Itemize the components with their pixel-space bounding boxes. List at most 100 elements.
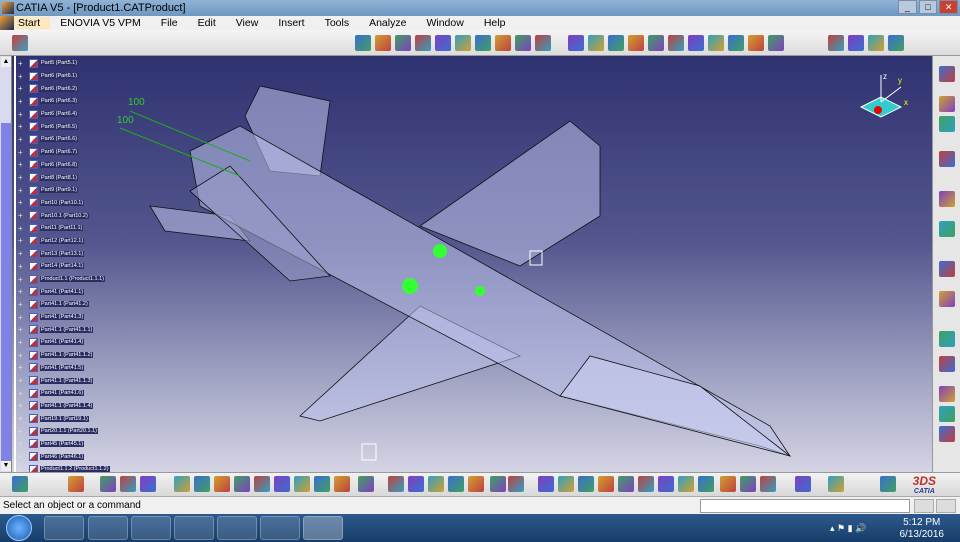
toolbar-tool-icon[interactable] [468, 476, 484, 492]
side-tool-icon[interactable] [939, 96, 955, 112]
expand-icon[interactable]: + [18, 224, 25, 232]
toolbar-tool-icon[interactable] [294, 476, 310, 492]
expand-icon[interactable]: + [18, 110, 25, 118]
toolbar-tool-icon[interactable] [214, 476, 230, 492]
expand-icon[interactable]: + [18, 123, 25, 131]
system-tray-icons[interactable]: ▴ ⚑ ▮ 🔊 [830, 523, 866, 534]
toolbar-tool-icon[interactable] [578, 476, 594, 492]
toolbar-tool-icon[interactable] [698, 476, 714, 492]
menu-insert[interactable]: Insert [268, 17, 314, 29]
expand-icon[interactable]: + [18, 237, 25, 245]
compass[interactable]: z y x [856, 72, 908, 122]
expand-icon[interactable]: + [18, 85, 25, 93]
tree-item[interactable]: + Part46 (Part46.1) [18, 450, 110, 463]
toolbar-tool-icon[interactable] [618, 476, 634, 492]
taskbar-explorer[interactable] [174, 516, 214, 540]
scroll-down-arrow[interactable]: ▼ [1, 461, 11, 471]
tree-item[interactable]: + Part5 (Part5.1) [18, 57, 110, 70]
toolbar-tool-icon[interactable] [668, 35, 684, 51]
expand-icon[interactable]: + [18, 427, 25, 435]
tree-item[interactable]: + Part41 (Part41.6) [18, 387, 110, 400]
side-tool-icon[interactable] [939, 386, 955, 402]
toolbar-tool-icon[interactable] [740, 476, 756, 492]
tree-item[interactable]: + Part14 (Part14.1) [18, 260, 110, 273]
toolbar-tool-icon[interactable] [100, 476, 116, 492]
toolbar-tool-icon[interactable] [760, 476, 776, 492]
minimize-button[interactable]: _ [898, 0, 917, 14]
toolbar-tool-icon[interactable] [120, 476, 136, 492]
toolbar-tool-icon[interactable] [448, 476, 464, 492]
expand-icon[interactable]: + [18, 364, 25, 372]
expand-icon[interactable]: + [18, 389, 25, 397]
menu-enovia[interactable]: ENOVIA V5 VPM [50, 17, 151, 29]
tree-item[interactable]: + Part41.1 (Part41.2) [18, 298, 110, 311]
toolbar-tool-icon[interactable] [68, 476, 84, 492]
expand-icon[interactable]: + [18, 212, 25, 220]
toolbar-tool-icon[interactable] [608, 35, 624, 51]
taskbar-ie[interactable] [44, 516, 84, 540]
tree-item[interactable]: + Product1.1.2 (Product1.1.2) [18, 463, 110, 472]
tree-item[interactable]: + Part6 (Part6.1) [18, 70, 110, 83]
side-tool-icon[interactable] [939, 356, 955, 372]
toolbar-tool-icon[interactable] [880, 476, 896, 492]
expand-icon[interactable]: + [18, 377, 25, 385]
tree-item[interactable]: + Part41.1 (Part41.1.3) [18, 374, 110, 387]
side-tool-icon[interactable] [939, 406, 955, 422]
toolbar-tool-icon[interactable] [795, 476, 811, 492]
tree-item[interactable]: + Part8 (Part8.1) [18, 171, 110, 184]
side-tool-icon[interactable] [939, 291, 955, 307]
toolbar-tool-icon[interactable] [388, 476, 404, 492]
toolbar-tool-icon[interactable] [314, 476, 330, 492]
expand-icon[interactable]: + [18, 453, 25, 461]
expand-icon[interactable]: + [18, 161, 25, 169]
tree-item[interactable]: + Part6 (Part6.5) [18, 120, 110, 133]
toolbar-tool-icon[interactable] [688, 35, 704, 51]
toolbar-tool-icon[interactable] [515, 35, 531, 51]
side-tool-icon[interactable] [939, 331, 955, 347]
expand-icon[interactable]: + [18, 174, 25, 182]
scroll-up-arrow[interactable]: ▲ [1, 57, 11, 67]
toolbar-tool-icon[interactable] [508, 476, 524, 492]
expand-icon[interactable]: + [18, 288, 25, 296]
toolbar-tool-icon[interactable] [568, 35, 584, 51]
toolbar-tool-icon[interactable] [708, 35, 724, 51]
document-icon[interactable] [0, 16, 14, 30]
expand-icon[interactable]: + [18, 313, 25, 321]
tree-item[interactable]: + Part19.1 (Part19.1) [18, 412, 110, 425]
side-tool-icon[interactable] [939, 261, 955, 277]
side-tool-icon[interactable] [939, 191, 955, 207]
expand-icon[interactable]: + [18, 275, 25, 283]
toolbar-tool-icon[interactable] [868, 35, 884, 51]
toolbar-tool-icon[interactable] [408, 476, 424, 492]
toolbar-tool-icon[interactable] [475, 35, 491, 51]
toolbar-tool-icon[interactable] [748, 35, 764, 51]
tree-item[interactable]: + Part41 (Part41.1) [18, 285, 110, 298]
tree-scrollbar[interactable]: ▲ ▼ [0, 56, 12, 472]
toolbar-tool-icon[interactable] [535, 35, 551, 51]
tree-item[interactable]: + Part41.1 (Part41.1.1) [18, 323, 110, 336]
expand-icon[interactable]: + [18, 72, 25, 80]
expand-icon[interactable]: + [18, 402, 25, 410]
tree-item[interactable]: + Part6 (Part6.3) [18, 95, 110, 108]
tree-item[interactable]: + Part20.1.1 (Part20.1.1) [18, 425, 110, 438]
expand-icon[interactable]: + [18, 250, 25, 258]
toolbar-tool-icon[interactable] [254, 476, 270, 492]
toolbar-tool-icon[interactable] [828, 476, 844, 492]
menu-start[interactable]: Start [14, 17, 51, 29]
toolbar-tool-icon[interactable] [678, 476, 694, 492]
expand-icon[interactable]: + [18, 351, 25, 359]
taskbar-catia[interactable] [303, 516, 343, 540]
toolbar-tool-icon[interactable] [140, 476, 156, 492]
toolbar-tool-icon[interactable] [588, 35, 604, 51]
side-tool-icon[interactable] [939, 66, 955, 82]
windows-start-button[interactable] [6, 515, 32, 541]
command-input[interactable] [700, 499, 910, 513]
taskbar-word[interactable] [260, 516, 300, 540]
expand-icon[interactable]: + [18, 186, 25, 194]
tree-item[interactable]: + Part41 (Part41.4) [18, 336, 110, 349]
toolbar-tool-icon[interactable] [12, 476, 28, 492]
tree-item[interactable]: + Product1.1 (Product1.1.1) [18, 273, 110, 286]
menu-edit[interactable]: Edit [188, 17, 226, 29]
toolbar-tool-icon[interactable] [375, 35, 391, 51]
toolbar-tool-icon[interactable] [415, 35, 431, 51]
